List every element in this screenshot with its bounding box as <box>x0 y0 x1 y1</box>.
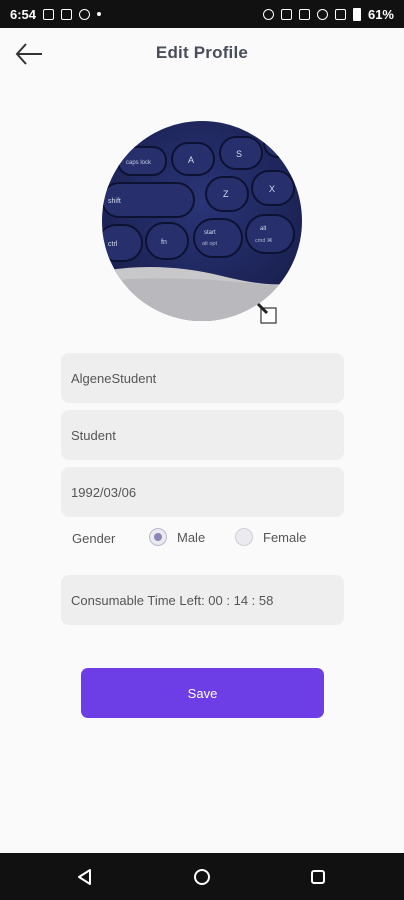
gender-label: Gender <box>72 531 116 546</box>
key-start-bottom: alt opt <box>202 241 217 247</box>
radio-unchecked-icon <box>235 528 253 546</box>
birthdate-value: 1992/03/06 <box>71 484 137 500</box>
nav-home-icon[interactable] <box>191 866 213 888</box>
nav-recents-icon[interactable] <box>307 866 329 888</box>
profile-photo[interactable]: caps lock A S shift Z X ctrl fn start al… <box>102 121 302 321</box>
gender-female-radio[interactable]: Female <box>235 528 306 546</box>
key-alt-bottom: cmd ⌘ <box>255 237 273 244</box>
page-title: Edit Profile <box>155 43 249 62</box>
consumable-time-field: Consumable Time Left: 00 : 14 : 58 <box>61 575 344 625</box>
birthdate-field[interactable]: 1992/03/06 <box>61 467 344 517</box>
nav-back-icon[interactable] <box>74 866 96 888</box>
key-alt-top: alt <box>260 226 267 232</box>
role-field[interactable]: Student <box>61 410 344 460</box>
username-value: AlgeneStudent <box>71 370 157 386</box>
key-caps: caps lock <box>126 160 152 166</box>
status-bar: 6:54 61% <box>0 0 404 28</box>
gender-male-label: Male <box>177 529 206 545</box>
consumable-time-value: Consumable Time Left: 00 : 14 : 58 <box>71 592 274 608</box>
key-z: Z <box>223 189 229 199</box>
key-x: X <box>269 184 275 194</box>
signal-icon <box>334 8 346 20</box>
key-start-top: start <box>204 230 216 236</box>
username-field[interactable]: AlgeneStudent <box>61 353 344 403</box>
key-s: S <box>236 149 242 159</box>
avatar-image: caps lock A S shift Z X ctrl fn start al… <box>102 121 302 321</box>
more-notifications-icon <box>97 12 102 16</box>
radio-checked-icon <box>149 528 167 546</box>
key-fn: fn <box>161 239 167 246</box>
battery-icon <box>352 7 361 21</box>
key-ctrl: ctrl <box>108 241 118 248</box>
status-time: 6:54 <box>10 6 37 22</box>
battery-percent: 61% <box>367 6 394 22</box>
role-value: Student <box>71 427 116 443</box>
edit-photo-icon[interactable] <box>256 302 278 324</box>
save-button[interactable]: Save <box>81 668 324 718</box>
gender-selector: Gender Male Female <box>72 528 332 550</box>
key-a: A <box>188 155 194 165</box>
hd-call-icon <box>280 8 292 20</box>
dnd-notification-icon <box>61 8 73 20</box>
data-icon <box>298 8 310 20</box>
messenger-notification-icon <box>79 8 91 20</box>
gender-female-label: Female <box>263 529 307 545</box>
system-nav-bar <box>0 853 404 900</box>
wifi-icon <box>316 8 328 20</box>
gallery-notification-icon <box>43 8 55 20</box>
alarm-icon <box>262 8 274 20</box>
key-shift: shift <box>108 198 121 205</box>
app-header: Edit Profile <box>0 28 404 80</box>
gender-male-radio[interactable]: Male <box>149 528 205 546</box>
